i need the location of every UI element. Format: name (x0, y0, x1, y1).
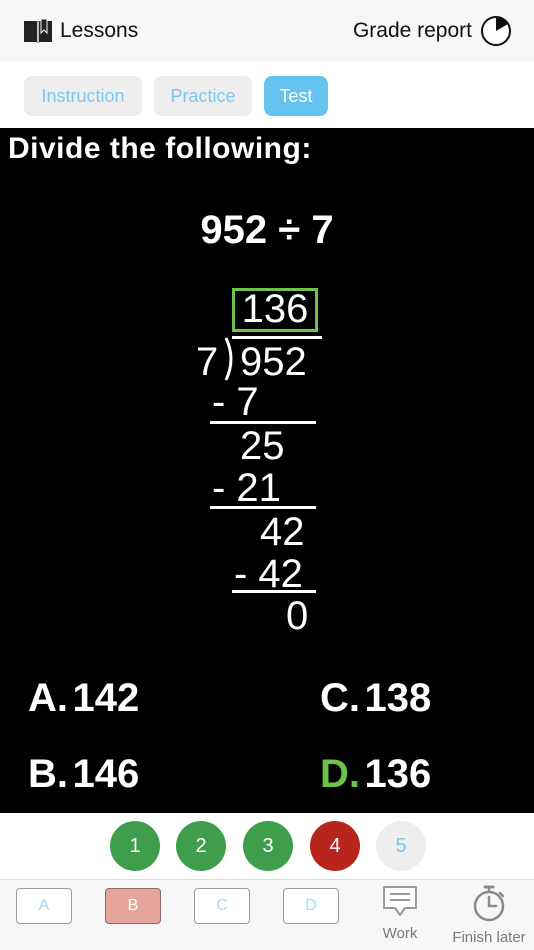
choice-a: A. 142 (28, 676, 139, 721)
choice-c: C. 138 (320, 676, 431, 721)
choice-d-value: 136 (364, 752, 432, 796)
division-bar (232, 336, 322, 339)
answer-c-button[interactable]: C (194, 888, 250, 924)
choice-a-value: 142 (72, 676, 140, 720)
grade-report-label: Grade report (352, 19, 472, 42)
problem-prompt: Divide the following: (8, 132, 312, 165)
step-remainder-1: 25 (240, 424, 285, 468)
section-tabs: Instruction Practice Test (0, 62, 534, 128)
question-1-button[interactable]: 1 (110, 821, 160, 871)
problem-panel: Divide the following: 952 ÷ 7 136 7 952 … (0, 128, 534, 813)
dividend: 952 (240, 340, 307, 384)
tab-instruction[interactable]: Instruction (24, 76, 142, 116)
question-3-button[interactable]: 3 (243, 821, 293, 871)
choice-b-letter: B. (28, 752, 68, 796)
answer-bar: A B C D Work Finish later (0, 880, 534, 950)
step-remainder-2: 42 (260, 510, 305, 554)
answer-a-button[interactable]: A (16, 888, 72, 924)
quotient: 136 (241, 287, 309, 331)
top-bar: Lessons Grade report (0, 0, 534, 63)
question-5-button[interactable]: 5 (376, 821, 426, 871)
problem-equation: 952 ÷ 7 (200, 208, 334, 252)
grade-report-button[interactable]: Grade report (353, 14, 512, 48)
divisor: 7 (196, 340, 219, 384)
stopwatch-icon (473, 885, 505, 922)
answer-b-button[interactable]: B (105, 888, 161, 924)
choice-a-letter: A. (28, 676, 68, 720)
choice-d: D. 136 (320, 752, 431, 797)
choice-b-value: 146 (72, 752, 140, 796)
question-2-button[interactable]: 2 (176, 821, 226, 871)
division-bracket (224, 337, 233, 381)
choice-d-letter: D. (320, 752, 360, 796)
book-icon (24, 18, 52, 43)
step-subtract-2: - 21 (212, 466, 281, 510)
question-4-button[interactable]: 4 (310, 821, 360, 871)
answer-d-button[interactable]: D (283, 888, 339, 924)
work-label: Work (382, 925, 418, 942)
lessons-label: Lessons (60, 19, 139, 42)
finish-later-button[interactable]: Finish later (444, 884, 534, 946)
choice-c-value: 138 (364, 676, 432, 720)
tab-test[interactable]: Test (264, 76, 328, 116)
step-line-3 (232, 590, 316, 593)
speech-bubble-icon (383, 886, 417, 916)
tab-practice[interactable]: Practice (154, 76, 252, 116)
step-remainder-final: 0 (286, 594, 309, 638)
pie-progress-icon (481, 16, 511, 46)
work-button[interactable]: Work (355, 884, 445, 942)
choice-b: B. 146 (28, 752, 139, 797)
step-subtract-1: - 7 (212, 380, 259, 424)
step-line-2 (210, 506, 316, 509)
lessons-button[interactable]: Lessons (22, 14, 138, 48)
finish-later-label: Finish later (452, 929, 526, 946)
choice-c-letter: C. (320, 676, 360, 720)
question-progress: 1 2 3 4 5 (0, 813, 534, 880)
